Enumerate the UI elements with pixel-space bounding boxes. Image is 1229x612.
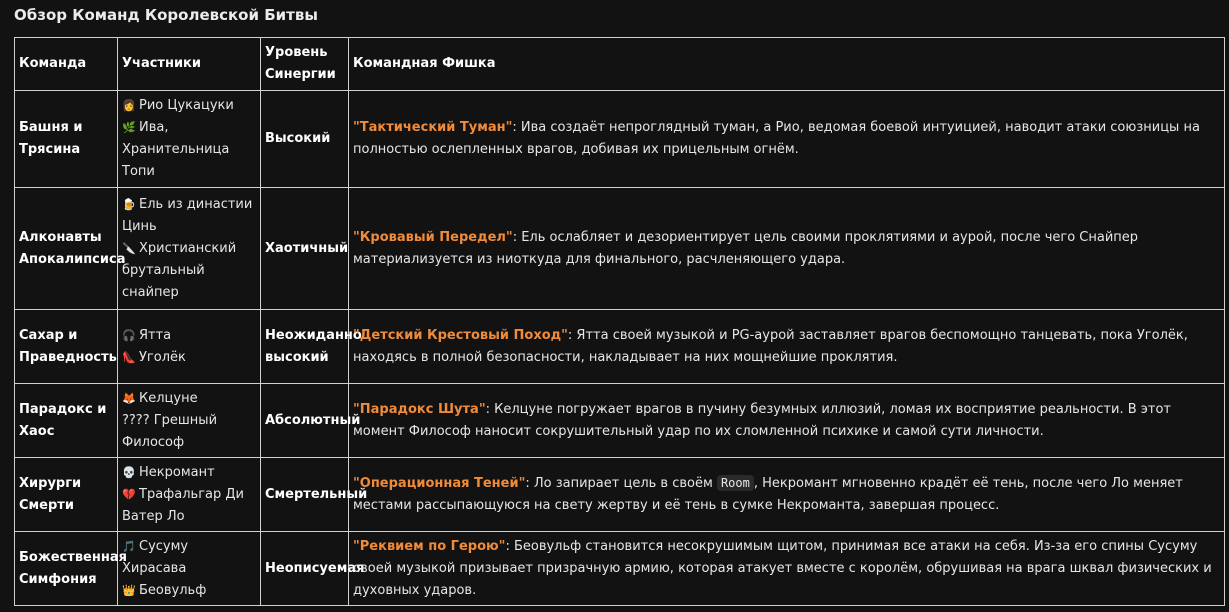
members-cell: 💀 Некромант 💔 Трафальгар Ди Ватер Ло [117,457,261,532]
inline-code: Room [716,475,754,491]
member-icon: 🦊 [122,391,136,405]
member-entry: 🔪 Христианский брутальный снайпер [122,238,256,304]
table-row: Сахар и Праведность 🎧 Ятта 👠 Уголёк Неожиданн… [14,309,1225,384]
table-row: Башня и Трясина 👩 Рио Цукацуки 🌿 Ива, Хранит… [14,90,1225,188]
member-icon: 🍺 [122,197,136,211]
feature-name: "Детский Крестовый Поход" [353,327,568,343]
team-name-cell: Сахар и Праведность [14,309,118,384]
feature-cell: "Операционная Теней": Ло запирает цель в… [348,457,1225,532]
member-name: Ива, Хранительница Топи [122,120,230,179]
member-entry: 👩 Рио Цукацуки [122,95,256,117]
members-cell: 🍺 Ель из династии Цинь 🔪 Христианский брута… [117,187,261,310]
table-row: Хирурги Смерти 💀 Некромант 💔 Трафальгар Ди В… [14,457,1225,532]
member-icon: 👩 [122,99,136,112]
team-name-cell: Алконавты Апокалипсиса [14,187,125,310]
synergy-level-cell: Смертельный [260,457,367,532]
member-entry: 🦊 Келцуне [122,388,256,410]
member-entry: 👠 Уголёк [122,347,256,369]
member-entry: 🍺 Ель из династии Цинь [122,194,256,238]
member-icon: 💔 [122,487,136,501]
synergy-level-cell: Высокий [260,90,349,188]
member-name: ???? Грешный Философ [122,412,218,450]
table-body: Башня и Трясина 👩 Рио Цукацуки 🌿 Ива, Хранит… [14,90,1225,606]
member-icon: 🎧 [122,328,136,342]
member-icon: 💀 [122,465,136,479]
member-entry: 👑 Беовульф [122,580,256,602]
member-entry: 💔 Трафальгар Ди Ватер Ло [122,484,256,528]
feature-name: "Реквием по Герою" [353,538,506,554]
member-icon: 🌿 [122,121,136,134]
table-row: Парадокс и Хаос 🦊 Келцуне???? Грешный Фило… [14,383,1225,458]
feature-name: "Парадокс Шута" [353,401,486,417]
member-name: Христианский брутальный снайпер [122,240,237,300]
members-cell: 👩 Рио Цукацуки 🌿 Ива, Хранительница Топи [117,90,261,188]
member-entry: 💀 Некромант [122,462,256,484]
member-name: Ель из династии Цинь [122,196,253,234]
table-row: Божественная Симфония 🎵 Сусуму Хирасава 👑 Бе… [14,531,1225,606]
header-members: Участники [117,37,261,91]
header-feature: Командная Фишка [348,37,1225,91]
feature-cell: "Реквием по Герою": Беовульф становится … [348,531,1225,606]
team-name-cell: Парадокс и Хаос [14,383,118,458]
synergy-level-cell: Неописуемая [260,531,364,606]
table-header-row: Команда Участники Уровень Синергии Коман… [14,37,1225,91]
member-name: Ятта [139,327,172,343]
member-name: Трафальгар Ди Ватер Ло [122,486,244,524]
members-cell: 🦊 Келцуне???? Грешный Философ [117,383,261,458]
page-title: Обзор Команд Королевской Битвы [14,6,318,24]
feature-cell: "Тактический Туман": Ива создаёт непрогл… [348,90,1225,188]
member-entry: 🎵 Сусуму Хирасава [122,536,256,580]
feature-name: "Операционная Теней" [353,476,526,491]
member-name: Беовульф [139,582,207,598]
header-team: Команда [14,37,118,91]
feature-cell: "Кровавый Передел": Ель ослабляет и дезо… [348,187,1225,310]
feature-name: "Кровавый Передел" [353,229,513,245]
member-name: Некромант [139,464,215,480]
member-icon: 👑 [122,583,136,597]
header-synergy: Уровень Синергии [260,37,349,91]
synergy-level-cell: Абсолютный [260,383,360,458]
synergy-level-cell: Хаотичный [260,187,349,310]
page: Обзор Команд Королевской Битвы Команда У… [0,0,1229,612]
table-row: Алконавты Апокалипсиса 🍺 Ель из династии Ц… [14,187,1225,310]
feature-cell: "Парадокс Шута": Келцуне погружает враго… [348,383,1225,458]
team-name-cell: Хирурги Смерти [14,457,118,532]
synergy-level-cell: Неожиданно высокий [260,309,362,384]
member-entry: 🌿 Ива, Хранительница Топи [122,117,256,183]
feature-cell: "Детский Крестовый Поход": Ятта своей му… [348,309,1225,384]
members-cell: 🎵 Сусуму Хирасава 👑 Беовульф [117,531,261,606]
member-entry: 🎧 Ятта [122,325,256,347]
feature-description: : Ло запирает цель в своём [525,476,717,491]
member-icon: 👠 [122,350,136,364]
member-icon: 🎵 [122,539,136,553]
team-name-cell: Башня и Трясина [14,90,118,188]
member-name: Келцуне [139,390,198,406]
teams-table: Команда Участники Уровень Синергии Коман… [14,37,1225,606]
members-cell: 🎧 Ятта 👠 Уголёк [117,309,261,384]
team-name-cell: Божественная Симфония [14,531,127,606]
member-name: Уголёк [139,349,186,365]
member-name: Рио Цукацуки [139,98,234,113]
feature-name: "Тактический Туман" [353,120,513,135]
member-entry: ???? Грешный Философ [122,410,256,454]
member-icon: 🔪 [122,241,136,255]
